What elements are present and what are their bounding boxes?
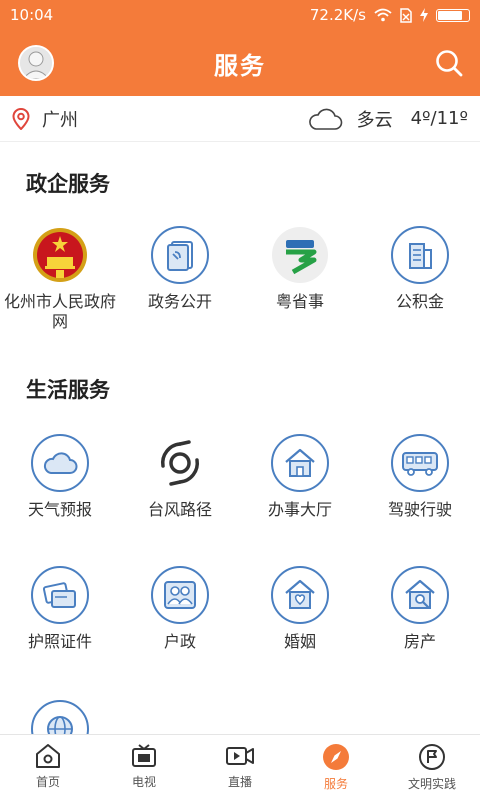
compass-icon: [323, 744, 349, 770]
page-title: 服务: [214, 51, 266, 80]
service-passport[interactable]: 护照证件: [0, 566, 120, 652]
bottom-navigation: 首页 电视 直播 服务 文明实践: [0, 734, 480, 800]
service-label: 驾驶行驶: [387, 500, 452, 519]
yue-app-icon: [271, 226, 329, 284]
nav-home[interactable]: 首页: [0, 735, 96, 800]
status-indicators: 72.2K/s: [310, 6, 470, 24]
weather-condition: 多云: [356, 109, 393, 131]
service-label: 台风路径: [147, 500, 212, 519]
charging-icon: [420, 8, 428, 22]
cloud-weather-icon: [308, 108, 342, 130]
wifi-icon: [374, 8, 392, 22]
search-icon[interactable]: [434, 48, 464, 78]
section-title-life: 生活服务: [26, 378, 110, 402]
video-icon: [226, 747, 254, 765]
bus-icon: [391, 434, 449, 492]
heart-house-icon: [271, 566, 329, 624]
no-sim-icon: [400, 7, 412, 23]
status-bar: 10:04 72.2K/s: [0, 0, 480, 30]
service-housing-fund[interactable]: 公积金: [360, 226, 480, 332]
nav-label: 直播: [227, 775, 252, 789]
battery-icon: [436, 8, 470, 22]
service-label: 办事大厅: [267, 500, 332, 519]
service-household[interactable]: 户政: [120, 566, 240, 652]
header-bar: 服务: [0, 30, 480, 96]
service-gov-website[interactable]: 化州市人民政府网: [0, 226, 120, 332]
service-label: 粤省事: [275, 292, 324, 311]
nav-label: 首页: [35, 775, 60, 789]
service-globe-partial[interactable]: [31, 700, 89, 734]
service-label: 户政: [163, 632, 196, 651]
weather-temperature: 4º/11º: [410, 108, 468, 129]
service-driving[interactable]: 驾驶行驶: [360, 434, 480, 520]
nav-service[interactable]: 服务: [288, 735, 384, 800]
net-speed: 72.2K/s: [309, 6, 366, 24]
service-label: 婚姻: [283, 632, 316, 651]
home-icon: [36, 744, 60, 768]
gov-services-grid: 化州市人民政府网 政务公开 粤省事 公积金: [0, 226, 480, 332]
service-gov-disclosure[interactable]: 政务公开: [120, 226, 240, 332]
nav-label: 服务: [323, 777, 348, 791]
service-yueshengshi[interactable]: 粤省事: [240, 226, 360, 332]
life-services-grid-row1: 天气预报 台风路径 办事大厅 驾驶行驶: [0, 434, 480, 520]
nav-label: 文明实践: [407, 777, 456, 791]
service-label: 天气预报: [27, 500, 92, 519]
location-weather-bar: 广州 多云 4º/11º: [0, 96, 480, 142]
cloud-icon: [31, 434, 89, 492]
service-label: 房产: [403, 632, 436, 651]
service-typhoon[interactable]: 台风路径: [120, 434, 240, 520]
user-avatar-icon: [20, 47, 52, 79]
nav-label: 电视: [131, 775, 156, 789]
status-time: 10:04: [10, 6, 54, 24]
avatar[interactable]: [18, 45, 54, 81]
tv-icon: [132, 744, 156, 767]
service-service-hall[interactable]: 办事大厅: [240, 434, 360, 520]
typhoon-icon: [151, 434, 209, 492]
building-icon: [391, 226, 449, 284]
service-label: 护照证件: [27, 632, 92, 651]
document-icon: [151, 226, 209, 284]
life-services-grid-row2: 护照证件 户政 婚姻 房产: [0, 566, 480, 652]
nav-civilization[interactable]: 文明实践: [384, 735, 480, 800]
cards-icon: [31, 566, 89, 624]
location-pin-icon[interactable]: [12, 107, 30, 130]
nav-live[interactable]: 直播: [192, 735, 288, 800]
section-title-gov: 政企服务: [26, 172, 110, 196]
people-icon: [151, 566, 209, 624]
national-emblem-icon: [31, 226, 89, 284]
service-property[interactable]: 房产: [360, 566, 480, 652]
flag-icon: [419, 744, 445, 770]
house-search-icon: [391, 566, 449, 624]
nav-tv[interactable]: 电视: [96, 735, 192, 800]
service-label: 政务公开: [147, 292, 212, 311]
house-icon: [271, 434, 329, 492]
service-label: 化州市人民政府网: [3, 292, 116, 331]
globe-icon: [31, 700, 89, 734]
city-name[interactable]: 广州: [42, 106, 78, 132]
service-label: 公积金: [395, 292, 444, 311]
service-marriage[interactable]: 婚姻: [240, 566, 360, 652]
service-weather[interactable]: 天气预报: [0, 434, 120, 520]
